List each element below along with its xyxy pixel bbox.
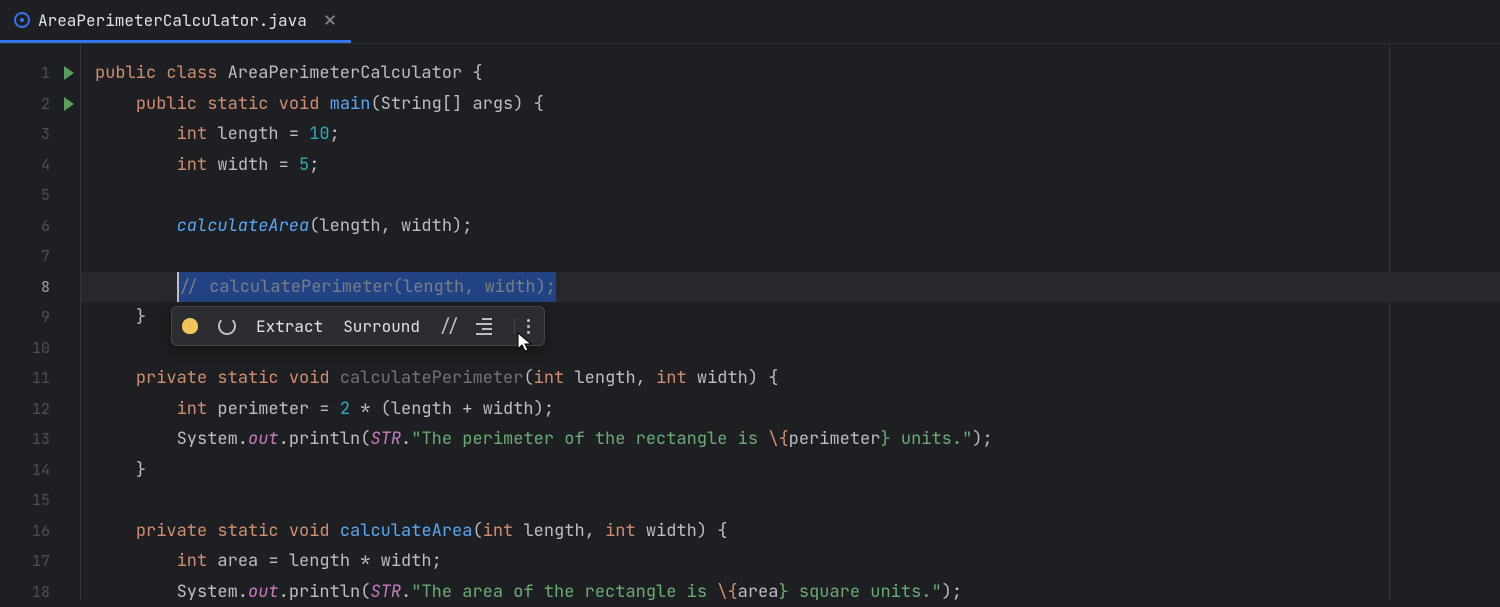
line-number[interactable]: 15: [0, 485, 80, 516]
run-gutter-icon[interactable]: [64, 97, 74, 111]
bulb-icon: [182, 318, 198, 334]
line-number[interactable]: 4: [0, 150, 80, 181]
tab-bar: AreaPerimeterCalculator.java: [0, 0, 1500, 44]
surround-button[interactable]: Surround: [339, 314, 424, 339]
line-number[interactable]: 5: [0, 180, 80, 211]
ai-icon: [218, 317, 236, 335]
comment-button[interactable]: //: [436, 313, 460, 340]
editor: 1 2 3 4 5 6 7 8 9 10 11 12 13 14 15 16 1…: [0, 44, 1500, 600]
line-number[interactable]: 16: [0, 516, 80, 547]
line-number[interactable]: 3: [0, 119, 80, 150]
mouse-cursor: [516, 331, 536, 355]
text-selection: // calculatePerimeter(length, width);: [177, 272, 556, 303]
tab-filename: AreaPerimeterCalculator.java: [38, 10, 307, 31]
java-file-icon: [14, 12, 30, 28]
reformat-icon: [476, 318, 494, 335]
line-number[interactable]: 14: [0, 455, 80, 486]
line-number[interactable]: 2: [0, 89, 80, 120]
code-area[interactable]: public class AreaPerimeterCalculator { p…: [80, 44, 1500, 600]
line-number[interactable]: 6: [0, 211, 80, 242]
gutter: 1 2 3 4 5 6 7 8 9 10 11 12 13 14 15 16 1…: [0, 44, 80, 600]
ai-action-button[interactable]: [214, 315, 240, 337]
line-number[interactable]: 17: [0, 546, 80, 577]
line-number[interactable]: 12: [0, 394, 80, 425]
line-number[interactable]: 1: [0, 58, 80, 89]
line-number[interactable]: 10: [0, 333, 80, 364]
floating-toolbar: Extract Surround //: [171, 306, 545, 346]
line-number[interactable]: 7: [0, 241, 80, 272]
line-number[interactable]: 18: [0, 577, 80, 607]
intention-bulb-button[interactable]: [178, 316, 202, 336]
extract-button[interactable]: Extract: [252, 314, 327, 339]
comment-icon: //: [440, 315, 456, 338]
line-number[interactable]: 8: [0, 272, 80, 303]
run-gutter-icon[interactable]: [64, 66, 74, 80]
editor-tab[interactable]: AreaPerimeterCalculator.java: [0, 0, 351, 43]
reformat-button[interactable]: [472, 316, 498, 337]
line-number[interactable]: 9: [0, 302, 80, 333]
line-number[interactable]: 11: [0, 363, 80, 394]
close-icon[interactable]: [323, 13, 337, 27]
line-number[interactable]: 13: [0, 424, 80, 455]
